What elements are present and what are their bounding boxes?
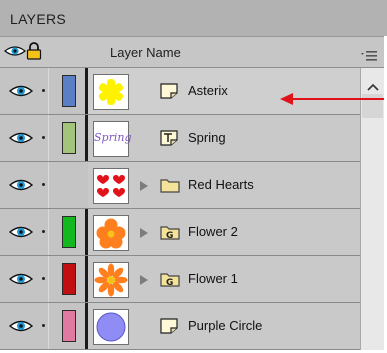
layer-color-cell	[49, 256, 88, 302]
svg-text:G: G	[166, 231, 173, 240]
group-folder-icon: G	[160, 224, 180, 245]
eye-icon[interactable]	[8, 271, 34, 292]
visibility-cell	[0, 303, 49, 349]
layer-name[interactable]: Flower 2	[188, 224, 238, 239]
panel-title: LAYERS	[10, 11, 67, 27]
layer-thumbnail	[93, 215, 129, 251]
layer-thumbnail	[93, 309, 129, 345]
eye-icon[interactable]	[8, 318, 34, 339]
panel-menu-icon[interactable]	[361, 48, 377, 66]
visibility-cell	[0, 68, 49, 114]
lock-toggle-dot[interactable]	[42, 277, 45, 280]
layer-thumbnail	[93, 168, 129, 204]
layer-name[interactable]: Red Hearts	[188, 177, 254, 192]
layer-name[interactable]: Asterix	[188, 83, 228, 98]
layer-thumbnail	[93, 74, 129, 110]
visibility-cell	[0, 256, 49, 302]
lock-toggle-dot[interactable]	[42, 183, 45, 186]
layer-name[interactable]: Spring	[188, 130, 226, 145]
layer-color-swatch[interactable]	[62, 310, 76, 342]
eye-icon[interactable]	[8, 130, 34, 151]
eye-icon[interactable]	[3, 43, 27, 64]
layer-row-purple-circle[interactable]: Purple Circle	[0, 303, 360, 350]
lock-toggle-dot[interactable]	[42, 324, 45, 327]
annotation-arrow-icon	[280, 92, 384, 111]
shape-layer-icon	[160, 318, 178, 339]
layer-color-swatch[interactable]	[62, 75, 76, 107]
expand-arrow-icon[interactable]	[139, 226, 149, 244]
layer-color-swatch[interactable]	[62, 263, 76, 295]
layer-thumbnail	[93, 262, 129, 298]
eye-icon[interactable]	[8, 177, 34, 198]
layer-row-flower-2[interactable]: G Flower 2	[0, 209, 360, 256]
layer-color-cell	[49, 162, 88, 208]
svg-text:G: G	[166, 278, 173, 287]
layer-color-swatch[interactable]	[62, 216, 76, 248]
layers-panel: LAYERS Layer Name Asterix Spring Spring …	[0, 0, 387, 353]
layer-name[interactable]: Purple Circle	[188, 318, 262, 333]
text-layer-icon	[160, 130, 178, 151]
layer-thumbnail: Spring	[93, 121, 132, 157]
shape-layer-icon	[160, 83, 178, 104]
eye-icon[interactable]	[8, 83, 34, 104]
layer-name[interactable]: Flower 1	[188, 271, 238, 286]
visibility-cell	[0, 115, 49, 161]
layer-row-flower-1[interactable]: G Flower 1	[0, 256, 360, 303]
layer-color-cell	[49, 209, 88, 255]
layer-color-cell	[49, 303, 88, 349]
eye-icon[interactable]	[8, 224, 34, 245]
expand-arrow-icon[interactable]	[139, 179, 149, 197]
layer-row-red-hearts[interactable]: Red Hearts	[0, 162, 360, 209]
lock-icon[interactable]	[26, 42, 42, 65]
layers-header: Layer Name	[0, 37, 384, 68]
lock-toggle-dot[interactable]	[42, 89, 45, 92]
layer-color-swatch[interactable]	[62, 122, 76, 154]
layer-color-cell	[49, 115, 88, 161]
lock-toggle-dot[interactable]	[42, 230, 45, 233]
layer-row-spring[interactable]: Spring Spring	[0, 115, 360, 162]
folder-icon	[160, 177, 180, 198]
panel-title-bar: LAYERS	[0, 0, 387, 37]
spring-thumbnail-text: Spring	[94, 131, 132, 144]
lock-toggle-dot[interactable]	[42, 136, 45, 139]
visibility-cell	[0, 209, 49, 255]
expand-arrow-icon[interactable]	[139, 273, 149, 291]
layer-color-cell	[49, 68, 88, 114]
group-folder-icon: G	[160, 271, 180, 292]
visibility-cell	[0, 162, 49, 208]
layer-name-column-label: Layer Name	[110, 45, 181, 60]
